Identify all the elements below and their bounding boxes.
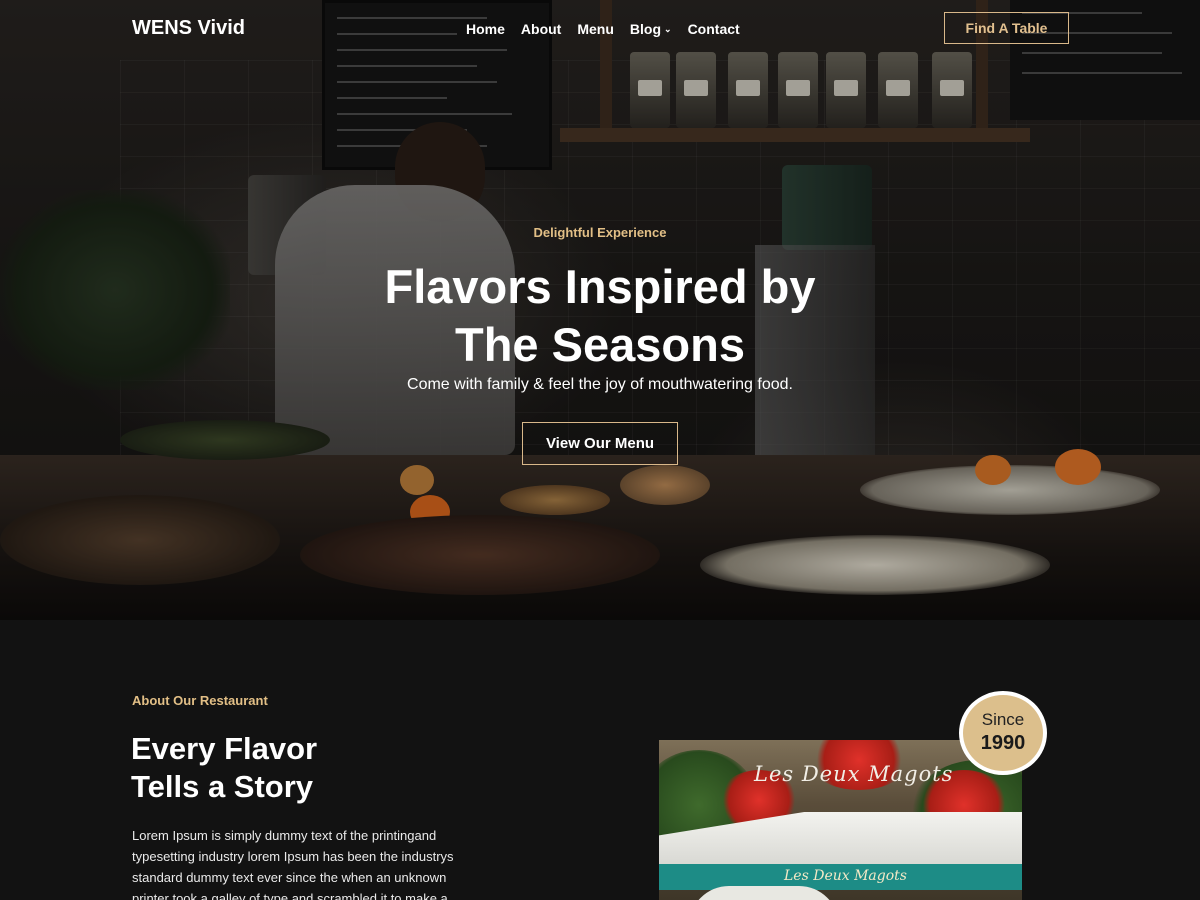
since-badge: Since 1990 xyxy=(959,691,1047,775)
about-title-line2: Tells a Story xyxy=(131,769,314,804)
find-a-table-button[interactable]: Find A Table xyxy=(944,12,1069,44)
about-title: Every Flavor Tells a Story xyxy=(131,730,317,806)
chevron-down-icon: ⌄ xyxy=(664,23,672,34)
main-menu: Home About Menu Blog ⌄ Contact xyxy=(466,21,740,37)
nav-item-blog-label: Blog xyxy=(629,21,662,37)
hero-subtitle: Come with family & feel the joy of mouth… xyxy=(407,376,793,393)
badge-since-label: Since xyxy=(981,710,1025,729)
nav-item-blog[interactable]: Blog ⌄ xyxy=(630,21,672,37)
nav-item-about[interactable]: About xyxy=(521,21,561,37)
nav-item-home[interactable]: Home xyxy=(466,21,505,37)
nav-item-menu[interactable]: Menu xyxy=(577,21,614,37)
badge-year: 1990 xyxy=(980,732,1026,754)
top-navigation: WENS Vivid Home About Menu Blog ⌄ Contac… xyxy=(0,0,1200,60)
hero-title-line1: Flavors Inspired by xyxy=(384,260,816,313)
photo-awning-text: Les Deux Magots xyxy=(784,868,907,884)
restaurant-photo: Les Deux Magots Les Deux Magots xyxy=(659,740,1022,900)
nav-item-contact[interactable]: Contact xyxy=(688,21,740,37)
hero-title: Flavors Inspired by The Seasons xyxy=(300,258,900,374)
about-title-line1: Every Flavor xyxy=(131,731,318,766)
about-eyebrow: About Our Restaurant xyxy=(132,693,268,708)
about-paragraph: Lorem Ipsum is simply dummy text of the … xyxy=(132,828,454,900)
hero-eyebrow: Delightful Experience xyxy=(533,225,667,240)
view-menu-button[interactable]: View Our Menu xyxy=(522,422,678,465)
photo-sign-text: Les Deux Magots xyxy=(754,762,954,786)
site-logo[interactable]: WENS Vivid xyxy=(132,17,245,40)
hero-title-line2: The Seasons xyxy=(455,318,745,371)
